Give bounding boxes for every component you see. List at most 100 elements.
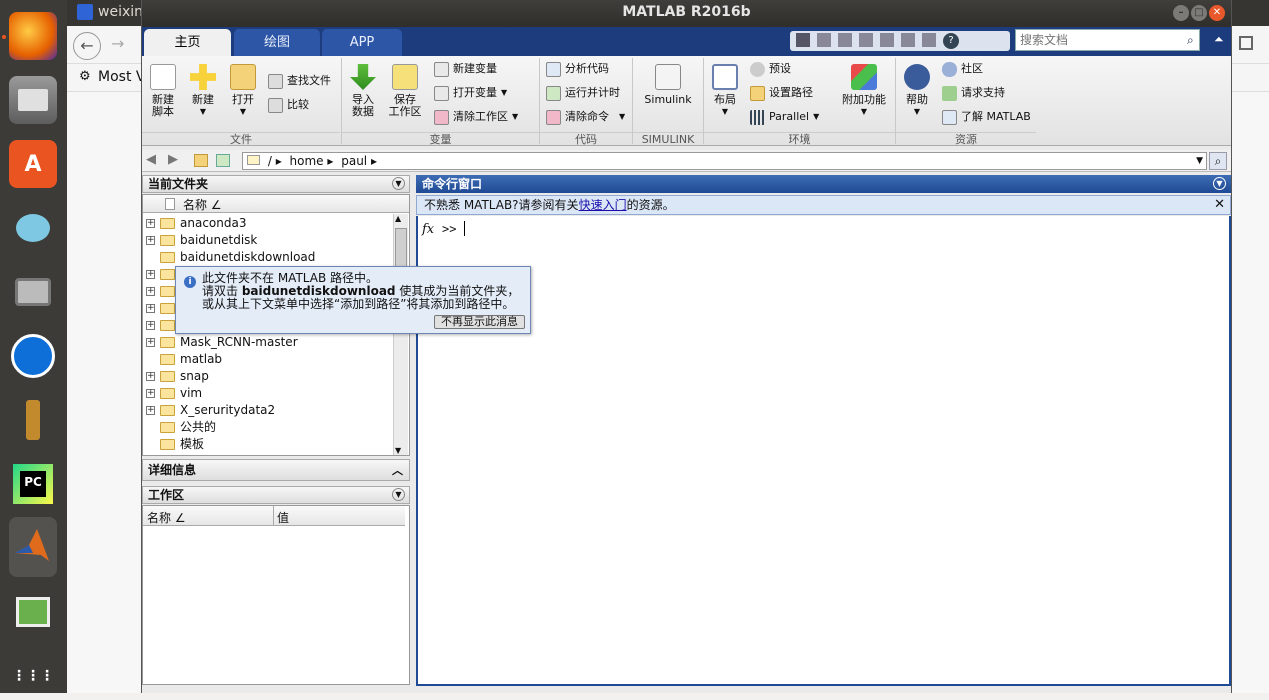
bookmark-most-visited[interactable]: Most V [98,69,145,85]
matlab-icon[interactable] [9,517,57,577]
close-icon[interactable]: ✕ [1214,196,1225,214]
software-icon[interactable]: A [9,140,57,188]
files-icon[interactable] [9,76,57,124]
forward-icon[interactable]: → [111,34,124,53]
firefox-icon[interactable] [9,12,57,60]
chevron-up-icon[interactable]: ︿ [392,461,403,481]
list-item[interactable]: + Mask_RCNN-master [146,334,298,351]
help-button[interactable]: 帮助 ▼ [902,64,932,118]
add-ons-button[interactable]: 附加功能 ▼ [838,64,890,118]
request-support-button[interactable]: 请求支持 [942,84,1005,102]
camera-icon[interactable] [9,268,57,316]
new-variable-button[interactable]: 新建变量 [434,60,497,78]
panel-menu-icon[interactable]: ▼ [392,488,405,501]
getting-started-link[interactable]: 快速入门 [579,198,627,212]
list-item[interactable]: +baidunetdiskdownload [146,249,315,266]
expand-icon[interactable]: + [146,338,155,347]
tab-home[interactable]: 主页 [144,29,231,56]
switch-window-icon[interactable] [922,33,936,47]
path-home[interactable]: home [290,154,324,168]
import-data-button[interactable]: 导入 数据 [348,64,378,118]
list-item[interactable]: + anaconda3 [146,215,246,232]
teamviewer-icon[interactable] [9,332,57,380]
command-window[interactable]: fx >> [416,216,1231,686]
lamp-icon[interactable] [9,396,57,444]
panel-menu-icon[interactable]: ▼ [1213,177,1226,190]
expand-icon[interactable]: + [146,304,155,313]
open-variable-button[interactable]: 打开变量 ▼ [434,84,507,102]
expand-icon[interactable]: + [146,236,155,245]
new-script-button[interactable]: 新建 脚本 [148,64,178,118]
expand-icon[interactable]: + [146,406,155,415]
simulink-button[interactable]: Simulink [640,64,696,106]
details-header[interactable]: 详细信息 ︿ [142,459,410,481]
copy-icon[interactable] [838,33,852,47]
chevron-down-icon[interactable]: ▼ [1196,153,1203,169]
search-folder-icon[interactable]: ⌕ [1209,152,1227,170]
run-and-time-button[interactable]: 运行并计时 [546,84,620,102]
forward-icon[interactable]: ▶ [168,152,178,167]
scroll-up-icon[interactable]: ▲ [395,214,401,223]
list-item[interactable]: + X_seruritydata2 [146,402,275,419]
new-button[interactable]: 新建 ▼ [188,64,218,118]
path-breadcrumb[interactable]: / ▸ home ▸ paul ▸ ▼ [242,152,1207,170]
back-icon[interactable]: ◀ [146,152,156,167]
browser-tab-title[interactable]: weixin [98,4,143,20]
quick-save-icon[interactable] [796,33,810,47]
viewer-icon[interactable] [9,588,57,636]
parallel-button[interactable]: Parallel ▼ [750,108,819,126]
expand-icon[interactable]: + [146,372,155,381]
expand-icon[interactable]: + [146,270,155,279]
back-icon[interactable]: ← [73,32,101,60]
scrollbar[interactable]: ▲ ▼ [393,214,408,455]
open-button[interactable]: 打开 ▼ [228,64,258,118]
clear-commands-button[interactable]: 清除命令 ▼ [546,108,625,126]
list-item[interactable]: +公共的 [146,419,216,436]
column-header[interactable]: 名称 ∠ [143,195,409,213]
redo-icon[interactable] [901,33,915,47]
expand-icon[interactable]: + [146,321,155,330]
panel-menu-icon[interactable]: ▼ [392,177,405,190]
find-files-button[interactable]: 查找文件 [268,72,331,90]
list-item[interactable]: + baidunetdisk [146,232,257,249]
compare-button[interactable]: 比较 [268,96,309,114]
fx-icon[interactable]: fx [422,222,434,237]
community-button[interactable]: 社区 [942,60,983,78]
learn-matlab-button[interactable]: 了解 MATLAB [942,108,1031,126]
expand-icon[interactable]: + [146,287,155,296]
cut-icon[interactable] [817,33,831,47]
close-icon[interactable]: ✕ [1209,5,1225,21]
tab-apps[interactable]: APP [322,29,402,56]
wechat-icon[interactable] [9,204,57,252]
list-item[interactable]: +matlab [146,351,222,368]
scroll-thumb[interactable] [395,228,407,268]
sidebar-icon[interactable] [1239,36,1253,50]
list-item[interactable]: + vim [146,385,202,402]
browse-folder-icon[interactable] [216,154,230,167]
save-workspace-button[interactable]: 保存 工作区 [388,64,422,118]
search-docs-input[interactable] [1015,29,1200,51]
minimize-icon[interactable]: – [1173,5,1189,21]
maximize-icon[interactable]: □ [1191,5,1207,21]
dont-show-again-button[interactable]: 不再显示此消息 [434,315,525,329]
layout-button[interactable]: 布局 ▼ [710,64,740,118]
set-path-button[interactable]: 设置路径 [750,84,813,102]
paste-icon[interactable] [859,33,873,47]
workspace-col-value[interactable]: 值 [277,509,289,526]
search-icon[interactable]: ⌕ [1187,33,1194,48]
list-item[interactable]: +模板 [146,436,204,453]
pycharm-icon[interactable]: PC [9,460,57,508]
tab-plots[interactable]: 绘图 [234,29,320,56]
help-icon[interactable]: ? [943,33,959,49]
list-item[interactable]: + snap [146,368,209,385]
preferences-button[interactable]: 预设 [750,60,791,78]
undo-icon[interactable] [880,33,894,47]
scroll-down-icon[interactable]: ▼ [395,446,401,455]
collapse-ribbon-icon[interactable]: ⏶ [1214,32,1224,47]
expand-icon[interactable]: + [146,389,155,398]
column-name[interactable]: 名称 ∠ [183,196,222,213]
workspace-col-name[interactable]: 名称 ∠ [147,509,186,526]
path-root[interactable]: / [268,154,272,168]
up-folder-icon[interactable] [194,154,208,167]
clear-workspace-button[interactable]: 清除工作区 ▼ [434,108,518,126]
